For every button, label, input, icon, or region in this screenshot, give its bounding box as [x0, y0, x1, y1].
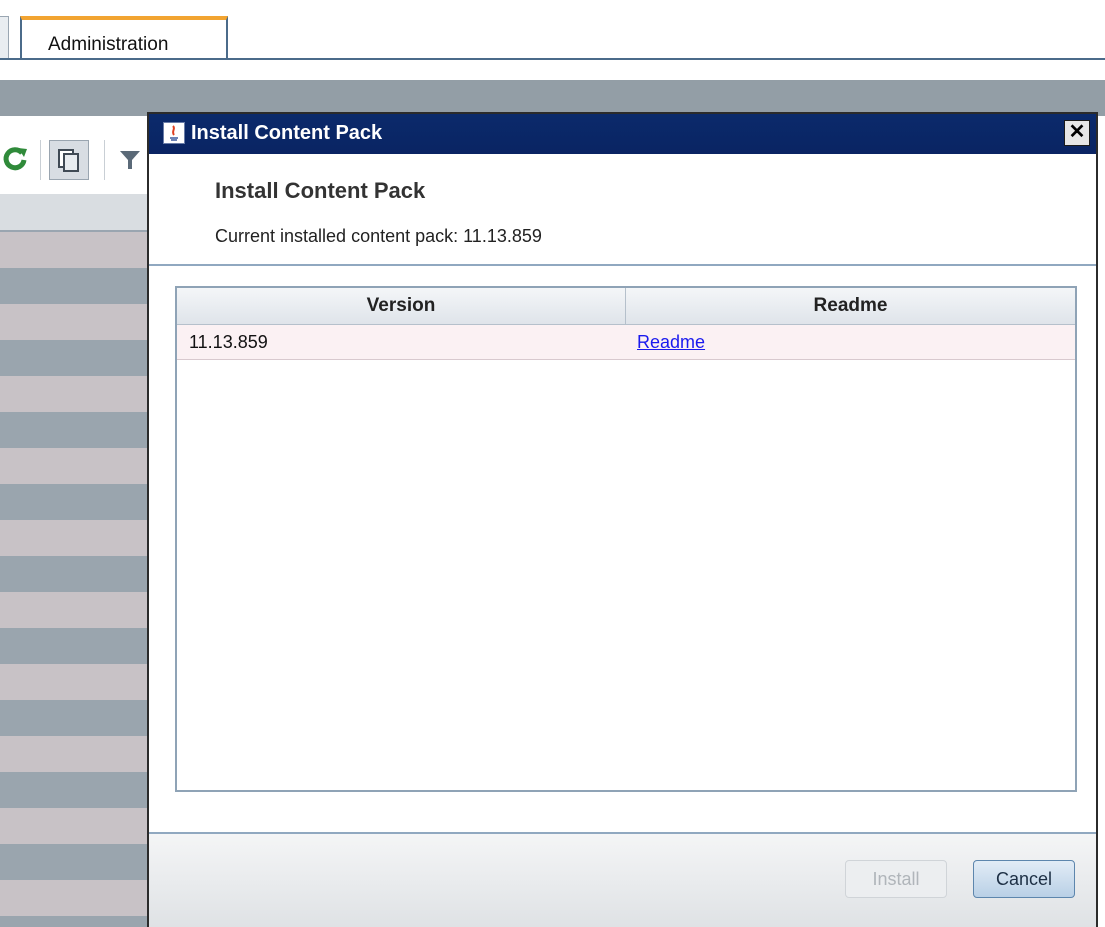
background-list [0, 232, 150, 927]
cancel-button[interactable]: Cancel [973, 860, 1075, 898]
filter-icon[interactable] [118, 148, 142, 172]
install-button[interactable]: Install [845, 860, 947, 898]
current-version-text: Current installed content pack: 11.13.85… [215, 226, 542, 246]
tab-strip: Administration [0, 0, 1105, 62]
table-row[interactable]: 11.13.859 Readme [177, 325, 1075, 360]
content-pack-table: Version Readme 11.13.859 Readme [175, 286, 1077, 792]
dialog-footer: Install Cancel [149, 832, 1096, 927]
readme-link[interactable]: Readme [637, 332, 705, 353]
list-header [0, 194, 150, 232]
tab-administration[interactable]: Administration [20, 16, 228, 60]
column-header-readme[interactable]: Readme [626, 295, 1075, 317]
duplicate-icon[interactable] [49, 140, 89, 180]
tab-label: Administration [48, 34, 169, 55]
refresh-icon[interactable] [2, 146, 28, 172]
close-button[interactable]: ✕ [1064, 120, 1090, 146]
install-content-pack-dialog: Install Content Pack ✕ Install Content P… [147, 112, 1098, 927]
tab-baseline [0, 58, 1105, 60]
app-header-bar [0, 80, 1105, 116]
column-header-version[interactable]: Version [177, 295, 625, 317]
toolbar-separator [104, 140, 105, 180]
toolbar-separator [40, 140, 41, 180]
table-header: Version Readme [177, 288, 1075, 325]
dialog-heading: Install Content Pack [215, 178, 426, 203]
java-icon [163, 122, 185, 144]
cell-version: 11.13.859 [189, 332, 268, 352]
close-icon: ✕ [1068, 121, 1086, 143]
dialog-titlebar[interactable]: Install Content Pack ✕ [149, 114, 1096, 154]
divider [149, 264, 1096, 266]
dialog-title: Install Content Pack [191, 122, 383, 144]
previous-tab-edge[interactable] [0, 16, 9, 59]
toolbar [0, 116, 150, 194]
